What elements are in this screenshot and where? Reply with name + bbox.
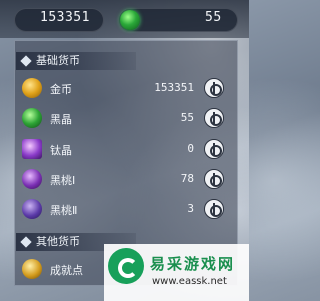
add-gold-button[interactable]	[204, 78, 224, 98]
currency-label: 金币	[50, 83, 72, 96]
spade-one-icon	[22, 169, 42, 189]
currency-label: 黑晶	[50, 113, 72, 126]
top-gold-value: 153351	[40, 10, 90, 25]
gold-coin-icon	[22, 78, 42, 98]
add-spade-two-button[interactable]	[204, 199, 224, 219]
top-dark-crystal-value: 55	[205, 10, 222, 25]
currency-row-spade-two: 黑桃Ⅱ 3	[22, 198, 230, 222]
currency-value: 0	[187, 142, 194, 155]
watermark-url: www.eassk.net	[152, 276, 227, 287]
currency-value: 153351	[154, 81, 194, 94]
green-gem-icon	[120, 10, 140, 30]
add-titanium-button[interactable]	[204, 139, 224, 159]
currency-row-dark-crystal: 黑晶 55	[22, 107, 230, 131]
site-logo-icon	[108, 248, 144, 284]
basic-currency-title: 基础货币	[16, 52, 136, 70]
currency-label: 黑桃Ⅰ	[50, 174, 76, 187]
currency-label: 钛晶	[50, 144, 72, 157]
achievement-icon	[22, 259, 42, 279]
green-crystal-icon	[22, 108, 42, 128]
spade-two-icon	[22, 199, 42, 219]
currency-value: 78	[180, 172, 194, 185]
currency-value: 3	[187, 202, 194, 215]
currency-value: 55	[180, 111, 194, 124]
titanium-crystal-icon	[22, 139, 42, 159]
add-spade-one-button[interactable]	[204, 169, 224, 189]
currency-label: 成就点	[50, 264, 83, 277]
currency-row-titanium: 钛晶 0	[22, 138, 230, 162]
watermark-site-name: 易采游戏网	[150, 255, 236, 273]
currency-label: 黑桃Ⅱ	[50, 204, 78, 217]
add-dark-crystal-button[interactable]	[204, 108, 224, 128]
currency-row-gold: 金币 153351	[22, 77, 230, 101]
currency-row-spade-one: 黑桃Ⅰ 78	[22, 168, 230, 192]
